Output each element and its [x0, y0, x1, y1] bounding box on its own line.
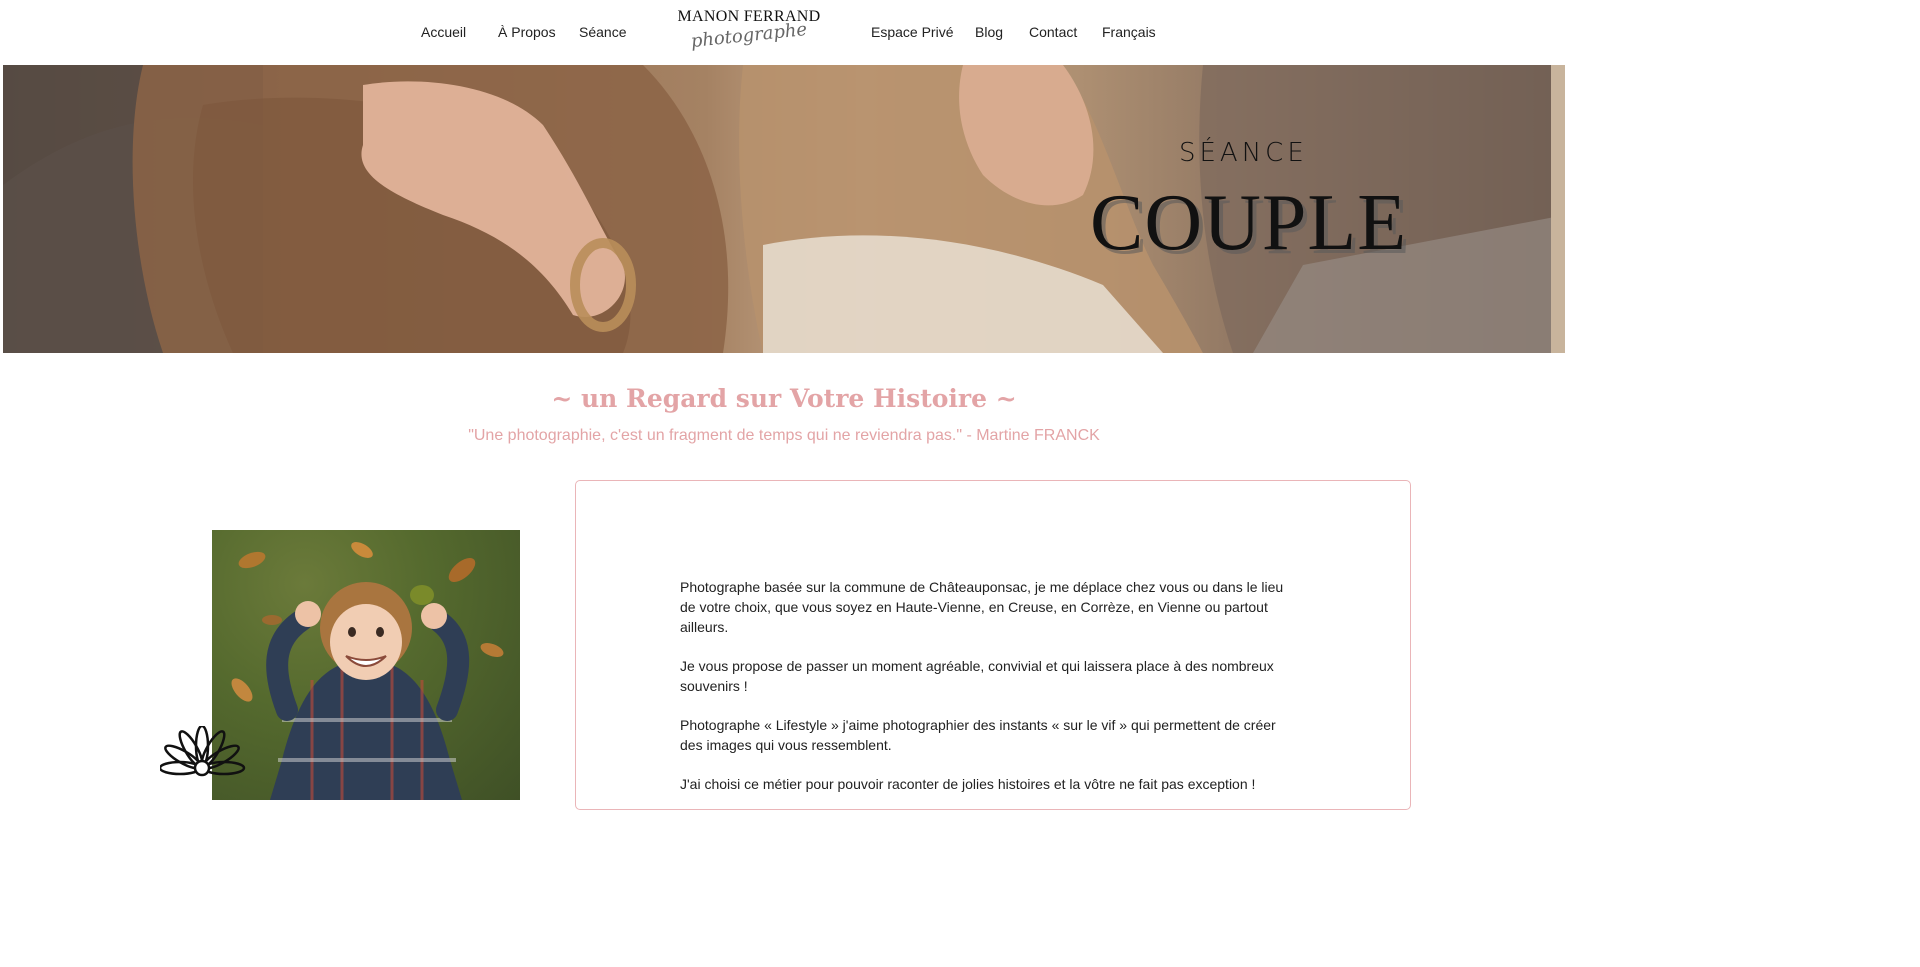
nav-contact[interactable]: Contact	[1029, 24, 1077, 40]
site-logo[interactable]: MANON FERRAND photographe	[672, 8, 826, 60]
hero-title: COUPLE	[1090, 179, 1408, 267]
site-header: Accueil À Propos Séance MANON FERRAND ph…	[0, 0, 1568, 65]
nav-seance[interactable]: Séance	[579, 24, 626, 40]
child-photo-illustration	[231, 542, 504, 800]
hero-banner: SÉANCE COUPLE	[3, 65, 1565, 353]
nav-espace-prive[interactable]: Espace Privé	[871, 24, 953, 40]
flower-icon	[160, 726, 246, 777]
child-photo	[212, 530, 520, 800]
hero-edge	[1551, 65, 1565, 353]
section-tagline: ~ un Regard sur Votre Histoire ~	[551, 384, 1017, 413]
about-card: Photographe basée sur la commune de Chât…	[575, 480, 1411, 810]
section-quote: "Une photographie, c'est un fragment de …	[468, 427, 1100, 444]
about-paragraph: Je vous propose de passer un moment agré…	[680, 658, 1274, 694]
about-paragraph: J'ai choisi ce métier pour pouvoir racon…	[680, 776, 1256, 792]
nav-language-selector[interactable]: Français	[1102, 24, 1156, 40]
nav-a-propos[interactable]: À Propos	[498, 24, 556, 40]
hero-subtitle: SÉANCE	[1179, 138, 1308, 168]
about-text: Photographe basée sur la commune de Chât…	[680, 577, 1300, 813]
about-paragraph: Photographe « Lifestyle » j'aime photogr…	[680, 717, 1276, 753]
about-paragraph: Photographe basée sur la commune de Chât…	[680, 579, 1284, 635]
nav-blog[interactable]: Blog	[975, 24, 1003, 40]
nav-accueil[interactable]: Accueil	[421, 24, 466, 40]
